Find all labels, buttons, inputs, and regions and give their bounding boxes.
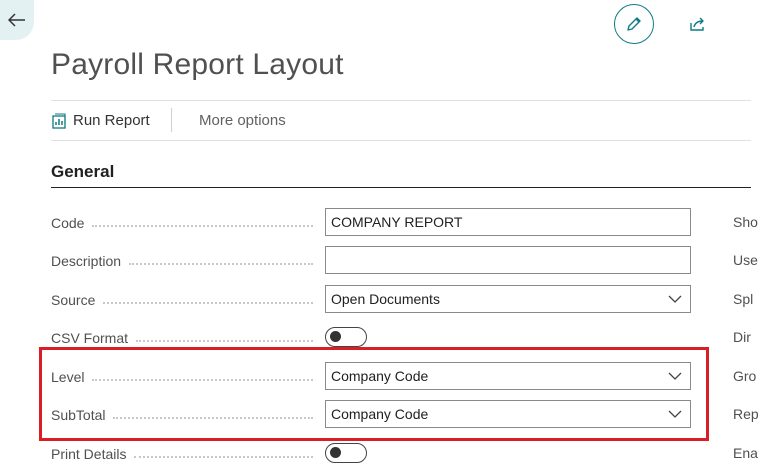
- right-field-label: Rep: [733, 406, 759, 422]
- code-value: COMPANY REPORT: [331, 214, 463, 230]
- leader-dots: [92, 224, 313, 227]
- right-field-label: Gro: [733, 368, 757, 384]
- description-field[interactable]: [325, 246, 691, 274]
- right-field-label: Dir: [733, 329, 751, 345]
- share-button[interactable]: [686, 12, 710, 36]
- more-options-button[interactable]: More options: [199, 112, 286, 129]
- leader-dots: [129, 262, 313, 265]
- chevron-down-icon: [668, 295, 682, 303]
- report-chart-icon: [52, 112, 66, 129]
- print-details-toggle[interactable]: [325, 443, 367, 463]
- section-underline: [51, 187, 751, 188]
- right-field-label: Sho: [733, 214, 758, 230]
- toggle-knob: [330, 447, 341, 458]
- csv-format-label-text: CSV Format: [51, 330, 129, 346]
- title-divider: [51, 100, 751, 101]
- share-icon: [690, 17, 704, 31]
- source-value: Open Documents: [331, 291, 440, 307]
- edit-button[interactable]: [614, 4, 654, 44]
- description-label-text: Description: [51, 253, 122, 269]
- leader-dots: [103, 301, 313, 304]
- arrow-left-icon: [8, 13, 25, 27]
- code-label-text: Code: [51, 215, 85, 231]
- csv-format-toggle[interactable]: [325, 327, 367, 347]
- action-divider: [51, 140, 751, 141]
- description-label: Description: [51, 251, 321, 271]
- code-field[interactable]: COMPANY REPORT: [325, 208, 691, 236]
- pencil-icon: [627, 17, 641, 31]
- right-field-label: Ena: [733, 445, 758, 461]
- run-report-button[interactable]: Run Report: [51, 112, 150, 129]
- source-select[interactable]: Open Documents: [325, 285, 691, 313]
- more-options-label: More options: [199, 112, 286, 129]
- run-report-label: Run Report: [73, 112, 150, 129]
- code-label: Code: [51, 213, 321, 233]
- source-label: Source: [51, 290, 321, 310]
- right-field-label: Spl: [733, 291, 754, 307]
- page-title: Payroll Report Layout: [51, 48, 344, 81]
- print-details-label-text: Print Details: [51, 446, 127, 462]
- back-button[interactable]: [0, 0, 34, 40]
- leader-dots: [136, 339, 313, 342]
- toggle-knob: [330, 331, 341, 342]
- right-field-label: Use: [733, 252, 758, 268]
- leader-dots: [134, 455, 313, 458]
- csv-format-label: CSV Format: [51, 328, 321, 348]
- highlight-box: [39, 347, 709, 441]
- source-label-text: Source: [51, 292, 96, 308]
- print-details-label: Print Details: [51, 444, 321, 464]
- section-general-title[interactable]: General: [51, 162, 114, 182]
- action-separator: [171, 108, 172, 132]
